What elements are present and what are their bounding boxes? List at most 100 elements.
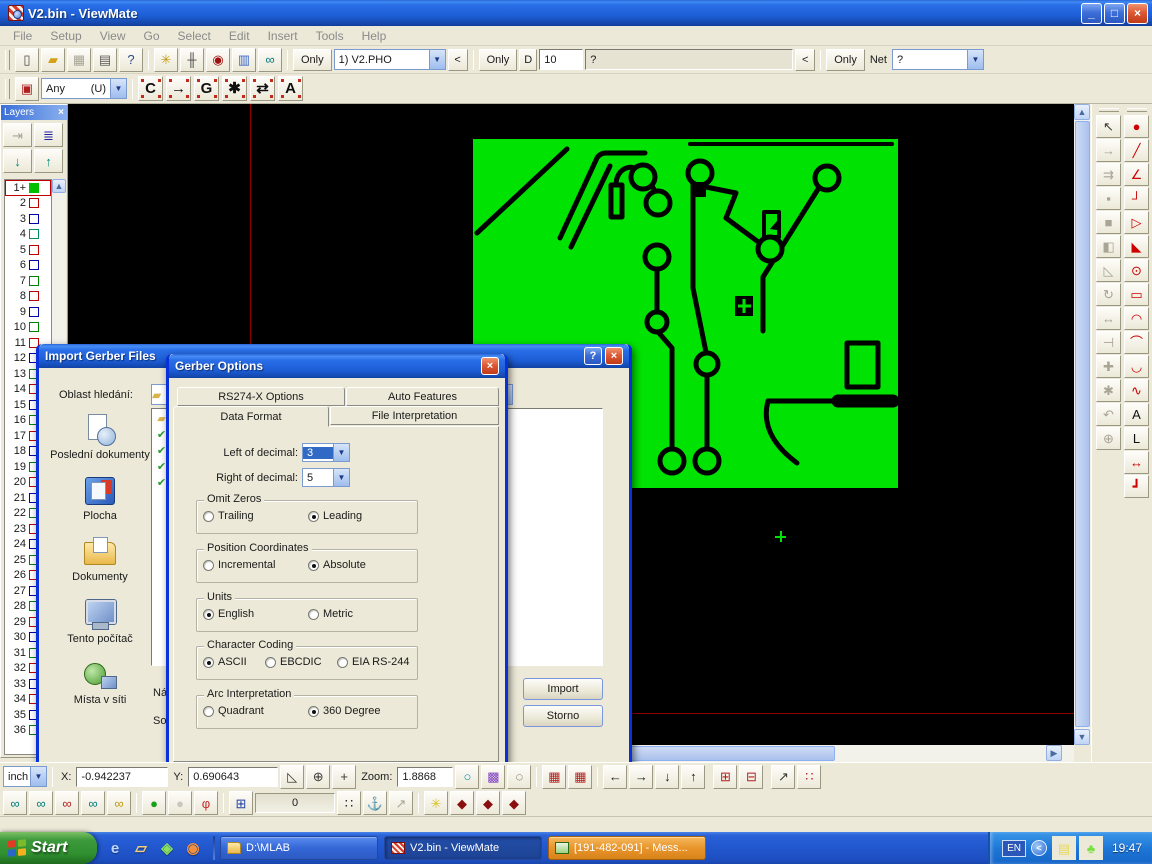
radio-metric[interactable]: Metric xyxy=(308,608,413,620)
menu-insert[interactable]: Insert xyxy=(259,27,307,45)
task-mlab[interactable]: D:\MLAB xyxy=(220,836,378,860)
layer-color-swatch[interactable] xyxy=(29,307,39,317)
radio-incremental[interactable]: Incremental xyxy=(203,559,308,571)
toolbar-drag-handle[interactable] xyxy=(1099,108,1119,112)
toolbar-drag-handle[interactable] xyxy=(5,79,10,99)
prev-dcode-button[interactable]: < xyxy=(795,49,815,71)
unit-select[interactable]: inch ▼ xyxy=(3,766,47,787)
layer-row-1+[interactable]: 1+ xyxy=(5,180,51,196)
dcode-red-icon[interactable]: ◉ xyxy=(206,48,230,72)
dcode-label-button[interactable]: D xyxy=(519,49,537,71)
scroll-down-icon[interactable]: ▼ xyxy=(1074,729,1090,745)
draw-pad-icon[interactable]: ● xyxy=(1124,115,1149,138)
pan-left-icon[interactable]: ← xyxy=(603,765,627,789)
chevron-down-icon[interactable]: ▼ xyxy=(967,50,983,69)
draw-line-icon[interactable]: ╱ xyxy=(1124,139,1149,162)
tab-data-format[interactable]: Data Format xyxy=(173,406,329,427)
view-selection-icon[interactable]: ∞ xyxy=(81,791,105,815)
pan-up-icon[interactable]: ↑ xyxy=(681,765,705,789)
grid-origin-icon[interactable]: ⊞ xyxy=(713,765,737,789)
radio-eia-rs-244[interactable]: EIA RS-244 xyxy=(337,656,413,668)
draw-label-icon[interactable]: L xyxy=(1124,427,1149,450)
grid-full-icon[interactable]: ▦ xyxy=(568,765,592,789)
selection-marker-icon[interactable]: ▣ xyxy=(15,77,39,101)
layer-row-2[interactable]: 2 xyxy=(5,196,51,212)
layer-down-icon[interactable]: ↓ xyxy=(3,149,32,173)
draw-bezier-icon[interactable]: ∿ xyxy=(1124,379,1149,402)
select-star-button[interactable]: ✱ xyxy=(222,76,247,101)
zoom-field[interactable]: 1.8868 xyxy=(397,767,453,787)
menu-view[interactable]: View xyxy=(91,27,135,45)
radio-ebcdic[interactable]: EBCDIC xyxy=(265,656,337,668)
y-coordinate-field[interactable]: 0.690643 xyxy=(188,767,278,787)
print-icon[interactable]: ▤ xyxy=(93,48,117,72)
lamp-on-icon[interactable]: ● xyxy=(142,791,166,815)
menu-help[interactable]: Help xyxy=(353,27,396,45)
place-documents[interactable]: Dokumenty xyxy=(49,536,151,584)
draw-arc-icon[interactable]: ◠ xyxy=(1124,307,1149,330)
zoom-grid-icon[interactable]: ▩ xyxy=(481,765,505,789)
flash-highlight-icon[interactable]: ✳ xyxy=(154,48,178,72)
tab-rs274x-options[interactable]: RS274-X Options xyxy=(177,387,345,406)
layer-color-swatch[interactable] xyxy=(29,214,39,224)
zoom-tool-icon[interactable]: ○ xyxy=(455,765,479,789)
toolbar-drag-handle[interactable] xyxy=(1127,108,1147,112)
vertical-scroll-thumb[interactable] xyxy=(1075,121,1090,727)
collapse-tray-icon[interactable]: < xyxy=(1031,840,1047,856)
x-coordinate-field[interactable]: -0.942237 xyxy=(76,767,168,787)
layer-setup-icon[interactable]: ≣ xyxy=(34,123,63,147)
place-recent-documents[interactable]: Poslední dokumenty xyxy=(49,414,151,462)
chevron-down-icon[interactable]: ▼ xyxy=(429,50,445,69)
grid-numbers-icon[interactable]: ▦ xyxy=(542,765,566,789)
task-viewmate[interactable]: V2.bin - ViewMate xyxy=(384,836,542,860)
select-text-button[interactable]: A xyxy=(278,76,303,101)
stretch-select-icon[interactable]: ↗ xyxy=(771,765,795,789)
chevron-down-icon[interactable]: ▼ xyxy=(333,444,349,461)
layer-color-swatch[interactable] xyxy=(29,322,39,332)
chevron-down-icon[interactable]: ▼ xyxy=(333,469,349,486)
open-file-icon[interactable]: ▰ xyxy=(41,48,65,72)
net-select[interactable]: ? ▼ xyxy=(892,49,984,70)
context-help-icon[interactable]: ? xyxy=(119,48,143,72)
view-dcodes-icon[interactable]: ∞ xyxy=(3,791,27,815)
layer-row-4[interactable]: 4 xyxy=(5,227,51,243)
radio-absolute[interactable]: Absolute xyxy=(308,559,413,571)
scroll-up-icon[interactable]: ▲ xyxy=(52,179,66,193)
pan-down-icon[interactable]: ↓ xyxy=(655,765,679,789)
only-dcode-button[interactable]: Only xyxy=(479,49,518,71)
layer-row-5[interactable]: 5 xyxy=(5,242,51,258)
layer-row-8[interactable]: 8 xyxy=(5,289,51,305)
dialog-title-bar[interactable]: Gerber Options × xyxy=(169,354,505,378)
four-view-icon[interactable]: ⊞ xyxy=(229,791,253,815)
menu-file[interactable]: File xyxy=(4,27,41,45)
view-traces-icon[interactable]: ∞ xyxy=(29,791,53,815)
quick-book-icon[interactable]: ◈ xyxy=(157,838,177,858)
close-button[interactable]: × xyxy=(1127,3,1148,24)
minimize-button[interactable]: _ xyxy=(1081,3,1102,24)
scroll-up-icon[interactable]: ▲ xyxy=(1074,104,1090,120)
layer-row-7[interactable]: 7 xyxy=(5,273,51,289)
menu-setup[interactable]: Setup xyxy=(41,27,90,45)
ie-icon[interactable]: e xyxy=(105,838,125,858)
draw-circle-icon[interactable]: ⊙ xyxy=(1124,259,1149,282)
lamp-off-icon[interactable]: ● xyxy=(168,791,192,815)
select-circle-button[interactable]: C xyxy=(138,76,163,101)
active-layer-select[interactable]: 1) V2.PHO ▼ xyxy=(334,49,446,70)
radio-quadrant[interactable]: Quadrant xyxy=(203,705,308,717)
task-message[interactable]: [191-482-091] - Mess... xyxy=(548,836,706,860)
new-file-icon[interactable]: ▯ xyxy=(15,48,39,72)
layer-color-swatch[interactable] xyxy=(29,183,39,193)
chevron-down-icon[interactable]: ▼ xyxy=(30,767,46,786)
dcode-input[interactable]: 10 xyxy=(539,49,583,70)
show-desktop-icon[interactable]: ▱ xyxy=(131,838,151,858)
firefox-icon[interactable]: ◉ xyxy=(183,838,203,858)
menu-select[interactable]: Select xyxy=(169,27,220,45)
close-button[interactable]: × xyxy=(481,357,499,375)
tab-file-interpretation[interactable]: File Interpretation xyxy=(330,406,499,425)
relative-origin-icon[interactable]: + xyxy=(332,765,356,789)
flash-pattern-icon[interactable]: ✳ xyxy=(424,791,448,815)
layer-color-swatch[interactable] xyxy=(29,260,39,270)
diamond-dot-icon[interactable]: ◆ xyxy=(502,791,526,815)
dcode-tools-icon[interactable]: ╫ xyxy=(180,48,204,72)
tray-icq-icon[interactable]: ♣ xyxy=(1079,836,1103,860)
